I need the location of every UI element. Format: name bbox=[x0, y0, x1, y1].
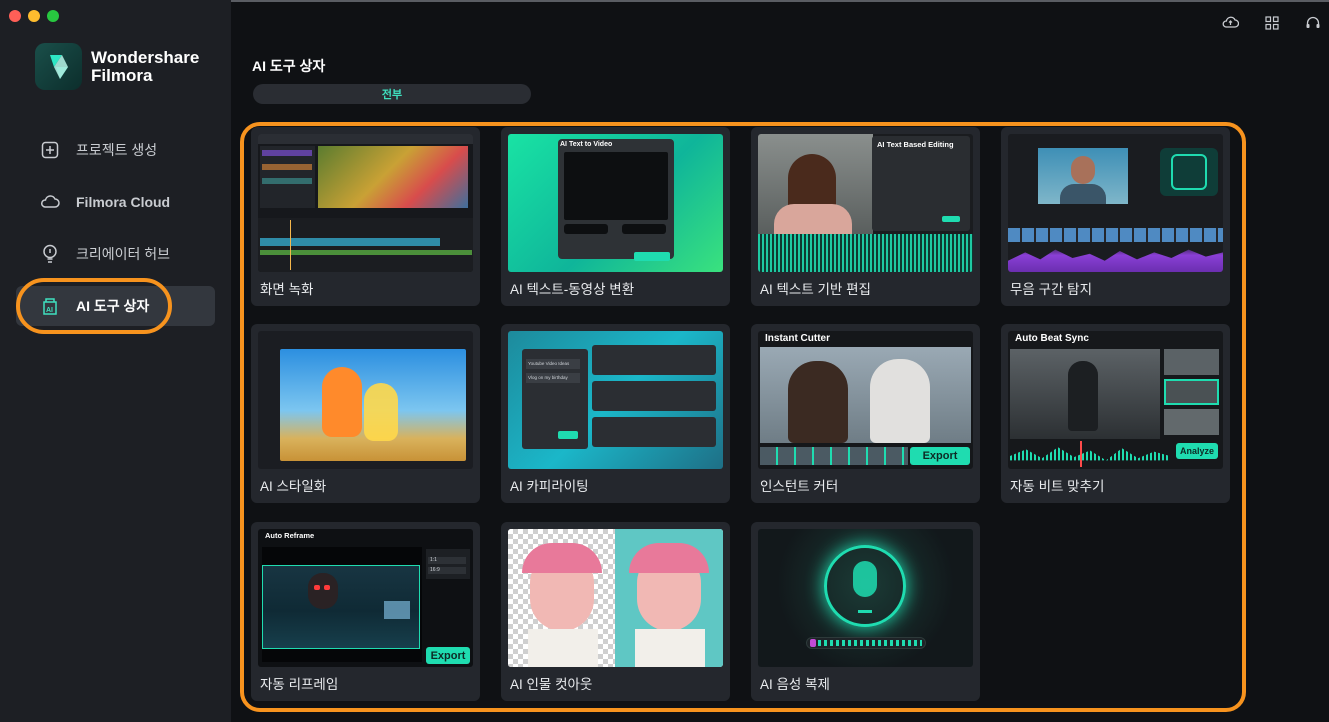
overlay-title: AI Text Based Editing bbox=[877, 140, 954, 149]
filter-all-tab[interactable]: 전부 bbox=[382, 86, 402, 102]
top-toolbar bbox=[1222, 14, 1321, 31]
sidebar-item-create-project[interactable]: 프로젝트 생성 bbox=[16, 130, 215, 170]
copy-input-1: Youtube Video Ideas bbox=[526, 359, 580, 369]
tool-card-instant-cutter[interactable]: Instant Cutter Export 인스턴트 커터 bbox=[751, 324, 980, 503]
cloud-upload-icon[interactable] bbox=[1222, 14, 1239, 31]
sidebar-item-creator-hub[interactable]: 크리에이터 허브 bbox=[16, 234, 215, 274]
thumbnail bbox=[258, 134, 473, 272]
thumbnail: Auto Reframe 1:1 16:9 Export bbox=[258, 529, 473, 667]
tool-card-label: AI 텍스트 기반 편집 bbox=[760, 282, 871, 297]
overlay-title: AI Text to Video bbox=[560, 141, 613, 148]
sidebar-item-label: Filmora Cloud bbox=[76, 194, 171, 210]
grid-icon[interactable] bbox=[1263, 14, 1280, 31]
bulb-icon bbox=[40, 244, 60, 264]
sidebar-item-ai-toolbox[interactable]: AI AI 도구 상자 bbox=[16, 286, 215, 326]
brand-name: Wondershare Filmora bbox=[91, 47, 200, 85]
title-bar-divider bbox=[231, 0, 1329, 2]
maximize-window-button[interactable] bbox=[47, 10, 59, 22]
tool-card-auto-beat-sync[interactable]: Auto Beat Sync Analyze 자동 비트 맞추기 bbox=[1001, 324, 1230, 503]
thumbnail bbox=[1008, 134, 1223, 272]
thumbnail: Youtube Video Ideas Vlog on my birthday bbox=[508, 331, 723, 469]
sidebar-item-label: 프로젝트 생성 bbox=[76, 142, 158, 158]
sidebar-item-label: 크리에이터 허브 bbox=[76, 246, 171, 262]
brand-line1: Wondershare bbox=[91, 47, 200, 67]
tool-card-label: AI 스타일화 bbox=[260, 479, 327, 494]
ratio-option-1: 1:1 bbox=[428, 557, 466, 564]
thumbnail: AI Text to Video bbox=[508, 134, 723, 272]
plus-square-icon bbox=[40, 140, 60, 160]
tool-card-ai-portrait-cutout[interactable]: AI 인물 컷아웃 bbox=[501, 522, 730, 701]
close-window-button[interactable] bbox=[9, 10, 21, 22]
ai-box-icon: AI bbox=[40, 296, 60, 316]
analyze-button: Analyze bbox=[1176, 443, 1218, 459]
copy-input-2: Vlog on my birthday bbox=[526, 373, 580, 383]
tool-card-ai-voice-clone[interactable]: AI 음성 복제 bbox=[751, 522, 980, 701]
svg-text:AI: AI bbox=[46, 307, 53, 314]
ratio-option-2: 16:9 bbox=[428, 567, 466, 574]
tool-card-silence-detection[interactable]: 무음 구간 탐지 bbox=[1001, 127, 1230, 306]
tool-card-ai-text-to-video[interactable]: AI Text to Video AI 텍스트-동영상 변환 bbox=[501, 127, 730, 306]
sidebar-nav: 프로젝트 생성 Filmora Cloud 크리에이터 허브 AI AI 도구 … bbox=[16, 130, 215, 338]
thumbnail bbox=[258, 331, 473, 469]
page-title: AI 도구 상자 bbox=[252, 58, 326, 74]
overlay-title: Instant Cutter bbox=[765, 333, 830, 344]
window-controls bbox=[9, 10, 59, 22]
tool-card-label: 자동 리프레임 bbox=[260, 677, 339, 692]
overlay-title: Auto Reframe bbox=[265, 531, 315, 540]
overlay-title: Auto Beat Sync bbox=[1015, 333, 1089, 344]
sidebar: Wondershare Filmora 프로젝트 생성 Filmora Clou… bbox=[0, 0, 231, 722]
tool-card-label: AI 텍스트-동영상 변환 bbox=[510, 282, 635, 297]
thumbnail bbox=[508, 529, 723, 667]
tool-card-label: 자동 비트 맞추기 bbox=[1010, 479, 1105, 494]
minimize-window-button[interactable] bbox=[28, 10, 40, 22]
tool-card-label: 무음 구간 탐지 bbox=[1010, 282, 1093, 297]
tool-card-label: AI 카피라이팅 bbox=[510, 479, 589, 494]
export-button: Export bbox=[910, 447, 970, 465]
tool-card-label: AI 인물 컷아웃 bbox=[510, 677, 593, 692]
headset-icon[interactable] bbox=[1304, 14, 1321, 31]
tool-card-label: 화면 녹화 bbox=[260, 282, 314, 297]
thumbnail: Auto Beat Sync Analyze bbox=[1008, 331, 1223, 469]
brand-logo: Wondershare Filmora bbox=[35, 43, 199, 90]
thumbnail: Instant Cutter Export bbox=[758, 331, 973, 469]
category-filter[interactable]: 전부 bbox=[253, 84, 531, 104]
brand-line2: Filmora bbox=[91, 65, 153, 85]
tool-card-label: 인스턴트 커터 bbox=[760, 479, 839, 494]
thumbnail bbox=[758, 529, 973, 667]
tool-card-label: AI 음성 복제 bbox=[760, 677, 830, 692]
tool-card-screen-recorder[interactable]: 화면 녹화 bbox=[251, 127, 480, 306]
tool-card-ai-stylize[interactable]: AI 스타일화 bbox=[251, 324, 480, 503]
thumbnail: AI Text Based Editing bbox=[758, 134, 973, 272]
tool-card-auto-reframe[interactable]: Auto Reframe 1:1 16:9 Export 자동 리프레임 bbox=[251, 522, 480, 701]
filmora-logo-icon bbox=[35, 43, 82, 90]
sidebar-item-filmora-cloud[interactable]: Filmora Cloud bbox=[16, 182, 215, 222]
export-button: Export bbox=[426, 647, 470, 664]
cloud-icon bbox=[40, 192, 60, 212]
tool-card-ai-copywriting[interactable]: Youtube Video Ideas Vlog on my birthday … bbox=[501, 324, 730, 503]
sidebar-item-label: AI 도구 상자 bbox=[76, 298, 150, 314]
tool-card-ai-text-based-editing[interactable]: AI Text Based Editing AI 텍스트 기반 편집 bbox=[751, 127, 980, 306]
